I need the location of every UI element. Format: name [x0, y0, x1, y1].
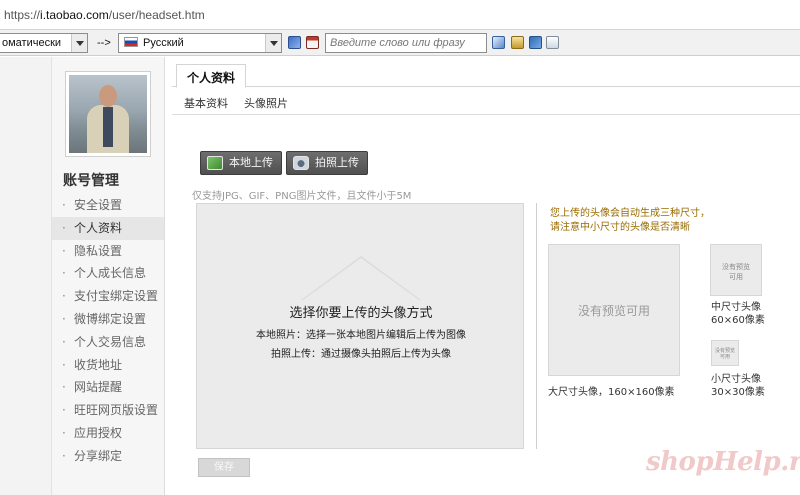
small-avatar-label: 小尺寸头像 30×30像素	[711, 373, 765, 399]
sidebar-item-label: 支付宝绑定设置	[74, 289, 159, 304]
image-icon	[207, 156, 223, 170]
sidebar-item-app-auth[interactable]: 应用授权	[52, 422, 164, 445]
url-path: /user/headset.htm	[108, 8, 205, 22]
person-head	[99, 85, 117, 107]
medium-preview-text-1: 没有预览	[722, 263, 750, 271]
phrase-search-input[interactable]: Введите слово или фразу	[325, 33, 487, 53]
sidebar-item-reminders[interactable]: 网站提醒	[52, 376, 164, 399]
subtab-basic-info[interactable]: 基本资料	[184, 95, 228, 111]
sidebar-item-alipay[interactable]: 支付宝绑定设置	[52, 285, 164, 308]
translator-toolbar: оматически --> Русский Введите слово или…	[0, 30, 800, 56]
direction-arrow: -->	[97, 37, 111, 49]
sidebar-item-share[interactable]: 分享绑定	[52, 445, 164, 468]
sidebar-title: 账号管理	[63, 173, 119, 189]
russia-flag-icon	[124, 37, 138, 47]
sidebar-item-label: 网站提醒	[74, 380, 123, 395]
preview-note: 您上传的头像会自动生成三种尺寸， 请注意中小尺寸的头像是否清晰	[550, 207, 710, 235]
dictionary-icon[interactable]	[306, 36, 319, 49]
save-button[interactable]: 保存	[198, 458, 250, 477]
person-shirt	[103, 107, 113, 147]
preview-divider	[536, 203, 537, 449]
sidebar-item-profile[interactable]: 个人资料	[52, 216, 164, 240]
medium-avatar-label: 中尺寸头像 60×60像素	[711, 301, 765, 327]
upload-area-title: 选择你要上传的头像方式	[289, 306, 433, 321]
upload-area-local-desc: 本地照片：选择一张本地图片编辑后上传为图像	[256, 330, 466, 341]
sidebar-item-label: 个人资料	[74, 220, 123, 235]
sidebar-item-growth[interactable]: 个人成长信息	[52, 262, 164, 285]
upload-area[interactable]: 选择你要上传的头像方式 本地照片：选择一张本地图片编辑后上传为图像 拍照上传：通…	[196, 203, 524, 449]
chevron-down-icon	[71, 34, 87, 52]
upload-area-camera-desc: 拍照上传：通过摄像头拍照后上传为头像	[271, 349, 451, 360]
sidebar-nav: 安全设置 个人资料 隐私设置 个人成长信息 支付宝绑定设置 微博绑定设置 个人交…	[52, 194, 164, 468]
tab-profile[interactable]: 个人资料	[176, 64, 247, 88]
large-avatar-preview: 没有预览可用	[548, 244, 680, 376]
small-avatar-preview: 没有预览 可用	[711, 340, 739, 366]
page-content: 账号管理 安全设置 个人资料 隐私设置 个人成长信息 支付宝绑定设置 微博绑定设…	[0, 57, 800, 495]
sidebar-item-trade-info[interactable]: 个人交易信息	[52, 331, 164, 354]
local-upload-label: 本地上传	[229, 156, 273, 169]
chevron-down-icon	[265, 34, 281, 52]
sidebar-item-label: 旺旺网页版设置	[74, 403, 159, 418]
local-upload-button[interactable]: 本地上传	[200, 151, 282, 175]
medium-avatar-label-2: 60×60像素	[711, 315, 765, 326]
small-avatar-label-1: 小尺寸头像	[711, 374, 761, 385]
translate-icon[interactable]	[288, 36, 301, 49]
sidebar-item-weibo[interactable]: 微博绑定设置	[52, 308, 164, 331]
avatar-photo	[69, 75, 147, 153]
camera-upload-button[interactable]: 拍照上传	[286, 151, 368, 175]
preview-note-line-2: 请注意中小尺寸的头像是否清晰	[550, 222, 690, 233]
browser-address-bar[interactable]: https://i.taobao.com/user/headset.htm	[0, 0, 800, 30]
page-translate-icon[interactable]	[492, 36, 505, 49]
medium-avatar-label-1: 中尺寸头像	[711, 302, 761, 313]
target-language-value: Русский	[143, 37, 184, 49]
sidebar-item-label: 隐私设置	[74, 243, 123, 258]
clipboard-icon[interactable]	[511, 36, 524, 49]
placeholder-triangle-inner	[303, 258, 419, 300]
sidebar-item-label: 安全设置	[74, 198, 123, 212]
sidebar-item-label: 微博绑定设置	[74, 311, 147, 326]
camera-icon	[293, 156, 309, 170]
medium-avatar-preview: 没有预览 可用	[710, 244, 762, 296]
file-type-hint: 仅支持JPG、GIF、PNG图片文件，且文件小于5M	[192, 191, 412, 202]
preview-note-line-1: 您上传的头像会自动生成三种尺寸，	[550, 208, 710, 219]
sidebar-item-wangwang[interactable]: 旺旺网页版设置	[52, 399, 164, 422]
language-icon[interactable]	[529, 36, 542, 49]
camera-upload-label: 拍照上传	[315, 156, 359, 169]
sidebar-item-address[interactable]: 收货地址	[52, 354, 164, 377]
target-language-select[interactable]: Русский	[118, 33, 282, 53]
small-preview-text-2: 可用	[719, 354, 730, 360]
sidebar-item-label: 个人成长信息	[74, 266, 147, 281]
left-gutter	[0, 57, 52, 495]
sidebar-item-privacy[interactable]: 隐私设置	[52, 240, 164, 263]
sidebar-item-label: 应用授权	[74, 425, 123, 440]
main-panel: 个人资料 基本资料 头像照片 本地上传 拍照上传 仅支持JPG、GIF、PNG图…	[172, 57, 800, 495]
large-avatar-label: 大尺寸头像，160×160像素	[548, 387, 675, 398]
account-sidebar: 账号管理 安全设置 个人资料 隐私设置 个人成长信息 支付宝绑定设置 微博绑定设…	[52, 57, 165, 495]
source-language-value: оматически	[2, 37, 62, 49]
url-prefix: https://	[4, 8, 41, 22]
subtab-bar: 基本资料 头像照片	[172, 87, 800, 115]
url-text[interactable]: https://i.taobao.com/user/headset.htm	[4, 8, 205, 22]
small-avatar-label-2: 30×30像素	[711, 387, 765, 398]
avatar[interactable]	[65, 71, 151, 157]
settings-icon[interactable]	[546, 36, 559, 49]
sidebar-item-label: 收货地址	[74, 357, 123, 372]
subtab-avatar-photo[interactable]: 头像照片	[244, 95, 288, 111]
sidebar-item-label: 个人交易信息	[74, 334, 147, 349]
medium-preview-text-2: 可用	[729, 273, 743, 281]
sidebar-item-security[interactable]: 安全设置	[52, 194, 164, 217]
tab-bar: 个人资料	[172, 63, 800, 88]
watermark: shopHelp.ru	[646, 447, 800, 477]
sidebar-item-label: 分享绑定	[74, 448, 123, 463]
source-language-select[interactable]: оматически	[0, 33, 88, 53]
url-domain: i.taobao.com	[40, 8, 109, 22]
